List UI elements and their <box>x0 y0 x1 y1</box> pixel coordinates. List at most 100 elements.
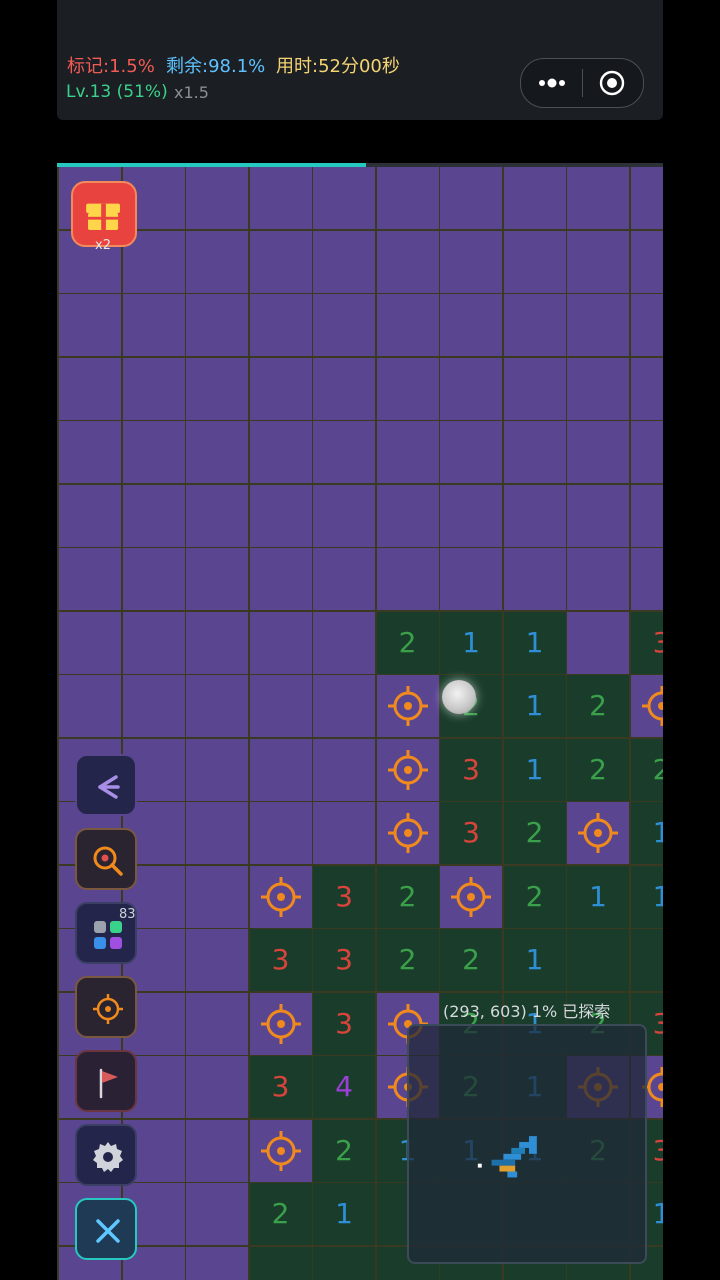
revealed-cell[interactable]: 1 <box>503 929 566 991</box>
hidden-cell[interactable] <box>376 484 439 547</box>
revealed-cell[interactable]: 2 <box>503 865 566 928</box>
revealed-cell[interactable]: 3 <box>440 802 502 864</box>
hidden-cell[interactable] <box>122 484 185 547</box>
hidden-cell[interactable] <box>630 548 663 610</box>
hidden-cell[interactable] <box>122 294 185 356</box>
settings-button[interactable] <box>75 1124 137 1186</box>
revealed-cell[interactable] <box>630 929 663 991</box>
hidden-cell[interactable] <box>249 611 312 674</box>
zoom-search-button[interactable] <box>75 828 137 890</box>
revealed-cell[interactable]: 1 <box>440 611 502 674</box>
hidden-cell[interactable] <box>59 357 121 420</box>
hidden-cell[interactable] <box>313 167 375 229</box>
hidden-cell[interactable] <box>186 421 248 483</box>
hidden-cell[interactable] <box>122 611 185 674</box>
hidden-cell[interactable] <box>186 865 248 928</box>
revealed-cell[interactable]: 2 <box>376 611 439 674</box>
hidden-cell[interactable] <box>503 294 566 356</box>
revealed-cell[interactable]: 2 <box>503 802 566 864</box>
hidden-cell[interactable] <box>567 484 629 547</box>
hidden-cell[interactable] <box>440 230 502 293</box>
hidden-cell[interactable] <box>186 1183 248 1245</box>
hidden-cell[interactable] <box>59 611 121 674</box>
hidden-cell[interactable] <box>59 484 121 547</box>
revealed-cell[interactable]: 1 <box>503 611 566 674</box>
mine-cell[interactable] <box>440 865 502 928</box>
hidden-cell[interactable] <box>376 548 439 610</box>
hidden-cell[interactable] <box>630 230 663 293</box>
revealed-cell[interactable] <box>249 1246 312 1280</box>
hidden-cell[interactable] <box>186 611 248 674</box>
hidden-cell[interactable] <box>186 230 248 293</box>
mine-cell[interactable] <box>249 992 312 1055</box>
hidden-cell[interactable] <box>313 675 375 737</box>
close-button[interactable] <box>75 1198 137 1260</box>
hidden-cell[interactable] <box>186 548 248 610</box>
hidden-cell[interactable] <box>249 548 312 610</box>
hidden-cell[interactable] <box>186 929 248 991</box>
revealed-cell[interactable]: 3 <box>313 929 375 991</box>
revealed-cell[interactable]: 2 <box>567 675 629 737</box>
hidden-cell[interactable] <box>630 294 663 356</box>
hidden-cell[interactable] <box>122 675 185 737</box>
revealed-cell[interactable]: 3 <box>249 1056 312 1118</box>
hidden-cell[interactable] <box>249 484 312 547</box>
revealed-cell[interactable]: 3 <box>440 738 502 801</box>
revealed-cell[interactable]: 1 <box>503 738 566 801</box>
hidden-cell[interactable] <box>249 738 312 801</box>
hidden-cell[interactable] <box>440 421 502 483</box>
hidden-cell[interactable] <box>567 421 629 483</box>
revealed-cell[interactable]: 2 <box>249 1183 312 1245</box>
hidden-cell[interactable] <box>313 421 375 483</box>
hidden-cell[interactable] <box>440 484 502 547</box>
mine-cell[interactable] <box>376 675 439 737</box>
hidden-cell[interactable] <box>59 675 121 737</box>
revealed-cell[interactable]: 2 <box>376 865 439 928</box>
hidden-cell[interactable] <box>503 421 566 483</box>
revealed-cell[interactable]: 2 <box>630 738 663 801</box>
locate-mine-button[interactable] <box>75 976 137 1038</box>
hidden-cell[interactable] <box>186 294 248 356</box>
hidden-cell[interactable] <box>249 421 312 483</box>
hidden-cell[interactable] <box>567 294 629 356</box>
hidden-cell[interactable] <box>567 167 629 229</box>
revealed-cell[interactable]: 4 <box>313 1056 375 1118</box>
hidden-cell[interactable] <box>376 167 439 229</box>
hidden-cell[interactable] <box>186 357 248 420</box>
hidden-cell[interactable] <box>186 1119 248 1182</box>
flag-mode-button[interactable] <box>75 1050 137 1112</box>
revealed-cell[interactable]: 2 <box>376 929 439 991</box>
hidden-cell[interactable] <box>186 167 248 229</box>
hidden-cell[interactable] <box>313 802 375 864</box>
hidden-cell[interactable] <box>376 357 439 420</box>
hidden-cell[interactable] <box>186 1056 248 1118</box>
hidden-cell[interactable] <box>376 230 439 293</box>
mine-cell[interactable] <box>249 1119 312 1182</box>
hidden-cell[interactable] <box>440 294 502 356</box>
hidden-cell[interactable] <box>249 357 312 420</box>
revealed-cell[interactable] <box>313 1246 375 1280</box>
minimap[interactable] <box>407 1024 647 1264</box>
mine-cell[interactable] <box>376 802 439 864</box>
hidden-cell[interactable] <box>567 230 629 293</box>
hidden-cell[interactable] <box>249 167 312 229</box>
hidden-cell[interactable] <box>313 738 375 801</box>
revealed-cell[interactable]: 1 <box>630 865 663 928</box>
hidden-cell[interactable] <box>503 548 566 610</box>
hidden-cell[interactable] <box>503 357 566 420</box>
hidden-cell[interactable] <box>313 548 375 610</box>
revealed-cell[interactable]: 1 <box>630 802 663 864</box>
hidden-cell[interactable] <box>567 548 629 610</box>
hidden-cell[interactable] <box>186 738 248 801</box>
revealed-cell[interactable]: 2 <box>440 929 502 991</box>
hidden-cell[interactable] <box>186 484 248 547</box>
hidden-cell[interactable] <box>567 357 629 420</box>
hidden-cell[interactable] <box>249 802 312 864</box>
hidden-cell[interactable] <box>630 421 663 483</box>
hidden-cell[interactable] <box>122 421 185 483</box>
hidden-cell[interactable] <box>186 992 248 1055</box>
mine-cell[interactable] <box>630 675 663 737</box>
hidden-cell[interactable] <box>630 167 663 229</box>
hidden-cell[interactable] <box>440 357 502 420</box>
revealed-cell[interactable]: 1 <box>313 1183 375 1245</box>
